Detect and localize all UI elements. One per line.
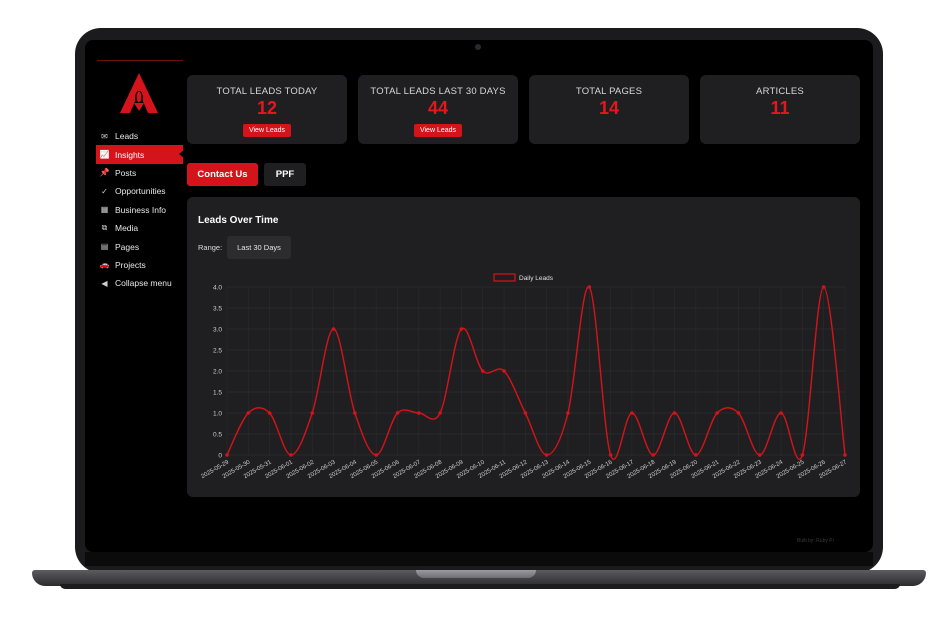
data-point (630, 411, 634, 415)
check-icon: ✓ (101, 186, 108, 196)
data-point (651, 453, 656, 457)
data-point (502, 369, 506, 373)
footer-credit: Built by: Ruby Pi (797, 538, 834, 544)
data-point (779, 411, 783, 415)
tab-ppf[interactable]: PPF (264, 163, 306, 186)
data-point (353, 411, 357, 415)
data-point (672, 411, 677, 415)
stat-label: ARTICLES (756, 86, 804, 97)
sidebar-item-collapse-menu[interactable]: ◀ Collapse menu (96, 274, 183, 292)
pin-icon: 📌 (99, 168, 110, 178)
data-point (459, 327, 464, 331)
leads-line-chart: 00.51.01.52.02.53.03.54.02025-05-292025-… (200, 273, 849, 480)
data-point (523, 411, 528, 415)
y-tick-label: 0 (218, 453, 222, 460)
y-tick-label: 4.0 (213, 285, 222, 292)
data-point (374, 453, 378, 457)
brand-logo[interactable] (119, 72, 159, 114)
stat-value: 12 (256, 98, 278, 118)
sidebar: ✉ Leads 📈 Insights 📌 Posts ✓ Opportunities ▦ Busi… (85, 40, 185, 552)
data-point (310, 411, 315, 415)
building-icon: ▦ (100, 205, 109, 215)
sidebar-item-label: Pages (115, 241, 140, 252)
pages-icon: ▤ (100, 242, 109, 252)
y-tick-label: 0.5 (213, 432, 222, 439)
data-point (331, 327, 336, 331)
stat-label: TOTAL PAGES (575, 86, 643, 97)
sidebar-item-leads[interactable]: ✉ Leads (96, 127, 183, 145)
sidebar-item-label: Opportunities (115, 186, 166, 197)
laptop-chin (85, 552, 873, 566)
view-leads-30-days-button[interactable]: View Leads (413, 124, 463, 137)
sidebar-item-insights[interactable]: 📈 Insights (96, 145, 184, 164)
sidebar-item-pages[interactable]: ▤ Pages (96, 237, 183, 255)
stat-card-leads-today: TOTAL LEADS TODAY 12 View Leads (187, 75, 347, 144)
data-point (289, 453, 293, 457)
sidebar-item-label: Media (115, 223, 139, 234)
sidebar-divider (97, 60, 183, 61)
data-point (694, 453, 698, 457)
stat-label: TOTAL LEADS LAST 30 DAYS (370, 86, 506, 97)
data-point (608, 453, 613, 457)
data-point (800, 453, 805, 457)
chart-line-icon: 📈 (99, 150, 110, 160)
sidebar-nav: ✉ Leads 📈 Insights 📌 Posts ✓ Opportunities ▦ Busi… (96, 127, 184, 293)
sidebar-item-business-info[interactable]: ▦ Business Info (96, 201, 183, 219)
data-point (757, 453, 762, 457)
stat-card-total-pages: TOTAL PAGES 14 (529, 75, 689, 144)
y-tick-label: 2.5 (213, 348, 222, 355)
sidebar-item-label: Leads (115, 131, 139, 142)
data-point (843, 453, 847, 457)
stat-value: 14 (598, 98, 620, 118)
data-point (587, 285, 592, 289)
stat-card-articles: ARTICLES 11 (700, 75, 860, 144)
sidebar-item-label: Business Info (115, 204, 167, 215)
media-icon: ⧉ (101, 223, 108, 233)
data-point (544, 453, 549, 457)
data-point (246, 411, 251, 415)
stat-value: 11 (770, 98, 790, 118)
tab-contact-us[interactable]: Contact Us (187, 163, 258, 186)
stat-value: 44 (427, 98, 449, 118)
stat-label: TOTAL LEADS TODAY (216, 86, 318, 97)
sidebar-item-label: Projects (115, 259, 146, 270)
y-tick-label: 1.5 (213, 390, 222, 397)
sidebar-item-label: Insights (115, 149, 145, 160)
data-point (267, 411, 272, 415)
sidebar-item-label: Posts (115, 167, 137, 178)
y-tick-label: 1.0 (213, 411, 222, 418)
data-point (225, 453, 229, 457)
sidebar-item-posts[interactable]: 📌 Posts (96, 164, 183, 182)
sidebar-item-opportunities[interactable]: ✓ Opportunities (96, 182, 183, 200)
stat-card-leads-30-days: TOTAL LEADS LAST 30 DAYS 44 View Leads (358, 75, 518, 144)
y-tick-label: 3.5 (213, 306, 222, 313)
data-point (395, 411, 400, 415)
data-point (480, 369, 485, 373)
data-point (715, 411, 719, 415)
data-point (736, 411, 741, 415)
y-tick-label: 2.0 (213, 369, 222, 376)
data-point (416, 411, 421, 415)
data-point (821, 285, 826, 289)
car-icon: 🚗 (99, 260, 110, 270)
y-tick-label: 3.0 (213, 327, 222, 334)
sidebar-item-label: Collapse menu (115, 278, 172, 289)
collapse-icon: ◀ (101, 278, 108, 288)
envelope-icon: ✉ (101, 131, 108, 141)
webcam (475, 44, 481, 50)
legend-label: Daily Leads (519, 275, 554, 282)
sidebar-item-media[interactable]: ⧉ Media (96, 219, 183, 237)
laptop-notch (416, 570, 536, 578)
legend-swatch (493, 273, 516, 282)
series-line-daily-leads (226, 286, 846, 460)
view-leads-today-button[interactable]: View Leads (242, 124, 292, 137)
laptop-base-bottom (60, 584, 900, 589)
data-point (438, 411, 442, 415)
sidebar-item-projects[interactable]: 🚗 Projects (96, 256, 183, 274)
data-point (566, 411, 570, 415)
